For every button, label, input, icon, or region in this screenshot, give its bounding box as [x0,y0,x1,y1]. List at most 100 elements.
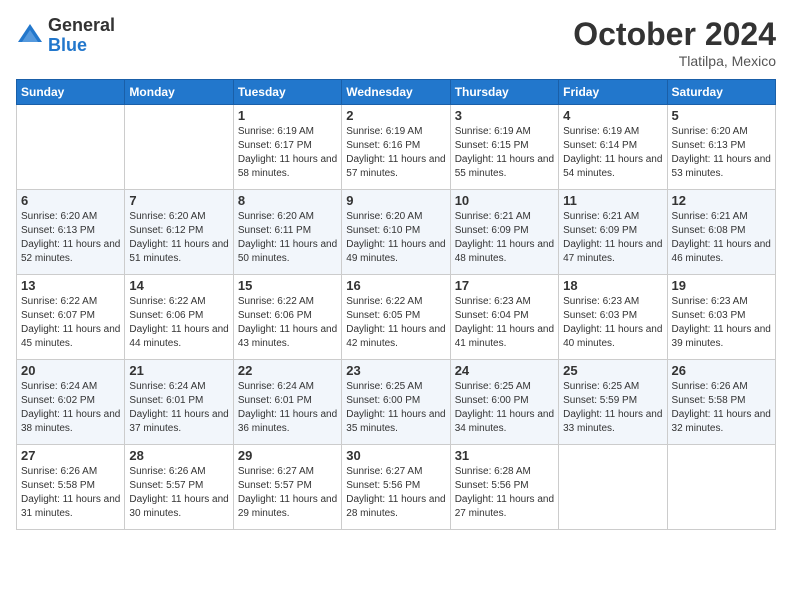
calendar-day-header: Wednesday [342,80,450,105]
day-info: Sunrise: 6:19 AMSunset: 6:17 PMDaylight:… [238,125,337,181]
day-info: Sunrise: 6:25 AMSunset: 6:00 PMDaylight:… [455,380,554,436]
day-number: 14 [129,278,228,293]
logo: General Blue [16,16,115,56]
day-info: Sunrise: 6:21 AMSunset: 6:09 PMDaylight:… [455,210,554,266]
calendar-week-row: 6 Sunrise: 6:20 AMSunset: 6:13 PMDaylight… [17,190,776,275]
location-subtitle: Tlatilpa, Mexico [573,53,776,69]
day-number: 4 [563,108,662,123]
calendar-cell [667,445,775,530]
calendar-cell: 5Sunrise: 6:20 AMSunset: 6:13 PMDaylight… [667,105,775,190]
calendar-week-row: 27 Sunrise: 6:26 AMSunset: 5:58 PMDayligh… [17,445,776,530]
day-info: Sunrise: 6:20 AMSunset: 6:13 PMDaylight:… [21,210,120,266]
day-number: 21 [129,363,228,378]
day-number: 9 [346,193,445,208]
day-number: 20 [21,363,120,378]
day-info: Sunrise: 6:25 AMSunset: 5:59 PMDaylight:… [563,380,662,436]
calendar-cell: 4 Sunrise: 6:19 AMSunset: 6:14 PMDaylight… [559,105,667,190]
calendar-week-row: 1 Sunrise: 6:19 AMSunset: 6:17 PMDaylight… [17,105,776,190]
day-info: Sunrise: 6:20 AMSunset: 6:10 PMDaylight:… [346,210,445,266]
month-year-title: October 2024 [573,16,776,53]
day-info: Sunrise: 6:21 AMSunset: 6:08 PMDaylight:… [672,210,771,266]
day-info: Sunrise: 6:26 AMSunset: 5:58 PMDaylight:… [672,380,771,436]
calendar-cell [559,445,667,530]
day-number: 12 [672,193,771,208]
day-number: 18 [563,278,662,293]
calendar-cell: 2Sunrise: 6:19 AMSunset: 6:16 PMDaylight… [342,105,450,190]
calendar-cell: 22 Sunrise: 6:24 AMSunset: 6:01 PMDayligh… [233,360,341,445]
day-info: Sunrise: 6:20 AMSunset: 6:11 PMDaylight:… [238,210,337,266]
calendar-cell: 16 Sunrise: 6:22 AMSunset: 6:05 PMDayligh… [342,275,450,360]
logo-text: General Blue [48,16,115,56]
calendar-cell: 17 Sunrise: 6:23 AMSunset: 6:04 PMDayligh… [450,275,558,360]
day-number: 24 [455,363,554,378]
day-info: Sunrise: 6:23 AMSunset: 6:04 PMDaylight:… [455,295,554,351]
day-info: Sunrise: 6:25 AMSunset: 6:00 PMDaylight:… [346,380,445,436]
day-number: 1 [238,108,337,123]
day-number: 31 [455,448,554,463]
calendar-day-header: Monday [125,80,233,105]
day-info: Sunrise: 6:20 AMSunset: 6:13 PMDaylight:… [672,125,771,181]
day-info: Sunrise: 6:19 AMSunset: 6:15 PMDaylight:… [455,125,554,181]
calendar-cell: 13 Sunrise: 6:22 AMSunset: 6:07 PMDayligh… [17,275,125,360]
day-number: 11 [563,193,662,208]
calendar-cell [125,105,233,190]
day-info: Sunrise: 6:19 AMSunset: 6:16 PMDaylight:… [346,125,445,181]
day-number: 22 [238,363,337,378]
calendar-cell: 23 Sunrise: 6:25 AMSunset: 6:00 PMDayligh… [342,360,450,445]
day-info: Sunrise: 6:22 AMSunset: 6:07 PMDaylight:… [21,295,120,351]
calendar-cell: 30Sunrise: 6:27 AMSunset: 5:56 PMDayligh… [342,445,450,530]
calendar-cell: 14 Sunrise: 6:22 AMSunset: 6:06 PMDayligh… [125,275,233,360]
calendar-cell: 28 Sunrise: 6:26 AMSunset: 5:57 PMDayligh… [125,445,233,530]
calendar-cell: 8 Sunrise: 6:20 AMSunset: 6:11 PMDaylight… [233,190,341,275]
day-number: 16 [346,278,445,293]
day-info: Sunrise: 6:19 AMSunset: 6:14 PMDaylight:… [563,125,662,181]
calendar-table: SundayMondayTuesdayWednesdayThursdayFrid… [16,79,776,530]
day-number: 27 [21,448,120,463]
calendar-cell: 11 Sunrise: 6:21 AMSunset: 6:09 PMDayligh… [559,190,667,275]
page-header: General Blue October 2024 Tlatilpa, Mexi… [16,16,776,69]
calendar-cell: 25 Sunrise: 6:25 AMSunset: 5:59 PMDayligh… [559,360,667,445]
day-number: 26 [672,363,771,378]
calendar-cell: 3Sunrise: 6:19 AMSunset: 6:15 PMDaylight… [450,105,558,190]
day-number: 13 [21,278,120,293]
day-info: Sunrise: 6:23 AMSunset: 6:03 PMDaylight:… [672,295,771,351]
day-number: 17 [455,278,554,293]
day-number: 29 [238,448,337,463]
day-number: 30 [346,448,445,463]
calendar-cell: 24 Sunrise: 6:25 AMSunset: 6:00 PMDayligh… [450,360,558,445]
calendar-cell: 15Sunrise: 6:22 AMSunset: 6:06 PMDayligh… [233,275,341,360]
calendar-cell: 10 Sunrise: 6:21 AMSunset: 6:09 PMDayligh… [450,190,558,275]
calendar-cell: 29 Sunrise: 6:27 AMSunset: 5:57 PMDayligh… [233,445,341,530]
day-info: Sunrise: 6:22 AMSunset: 6:06 PMDaylight:… [129,295,228,351]
day-number: 28 [129,448,228,463]
day-number: 15 [238,278,337,293]
calendar-cell: 21 Sunrise: 6:24 AMSunset: 6:01 PMDayligh… [125,360,233,445]
calendar-week-row: 20Sunrise: 6:24 AMSunset: 6:02 PMDayligh… [17,360,776,445]
calendar-day-header: Thursday [450,80,558,105]
day-number: 7 [129,193,228,208]
day-number: 25 [563,363,662,378]
day-info: Sunrise: 6:26 AMSunset: 5:57 PMDaylight:… [129,465,228,521]
day-info: Sunrise: 6:27 AMSunset: 5:57 PMDaylight:… [238,465,337,521]
calendar-cell: 18Sunrise: 6:23 AMSunset: 6:03 PMDayligh… [559,275,667,360]
day-number: 8 [238,193,337,208]
day-info: Sunrise: 6:21 AMSunset: 6:09 PMDaylight:… [563,210,662,266]
calendar-day-header: Saturday [667,80,775,105]
calendar-cell: 9 Sunrise: 6:20 AMSunset: 6:10 PMDaylight… [342,190,450,275]
calendar-day-header: Friday [559,80,667,105]
day-number: 6 [21,193,120,208]
day-info: Sunrise: 6:24 AMSunset: 6:01 PMDaylight:… [129,380,228,436]
day-info: Sunrise: 6:22 AMSunset: 6:05 PMDaylight:… [346,295,445,351]
day-info: Sunrise: 6:28 AMSunset: 5:56 PMDaylight:… [455,465,554,521]
day-number: 10 [455,193,554,208]
day-info: Sunrise: 6:26 AMSunset: 5:58 PMDaylight:… [21,465,120,521]
calendar-header-row: SundayMondayTuesdayWednesdayThursdayFrid… [17,80,776,105]
day-info: Sunrise: 6:24 AMSunset: 6:01 PMDaylight:… [238,380,337,436]
day-number: 19 [672,278,771,293]
logo-icon [16,22,44,50]
calendar-cell: 1 Sunrise: 6:19 AMSunset: 6:17 PMDaylight… [233,105,341,190]
calendar-cell: 12 Sunrise: 6:21 AMSunset: 6:08 PMDayligh… [667,190,775,275]
day-number: 23 [346,363,445,378]
calendar-day-header: Sunday [17,80,125,105]
calendar-week-row: 13 Sunrise: 6:22 AMSunset: 6:07 PMDayligh… [17,275,776,360]
